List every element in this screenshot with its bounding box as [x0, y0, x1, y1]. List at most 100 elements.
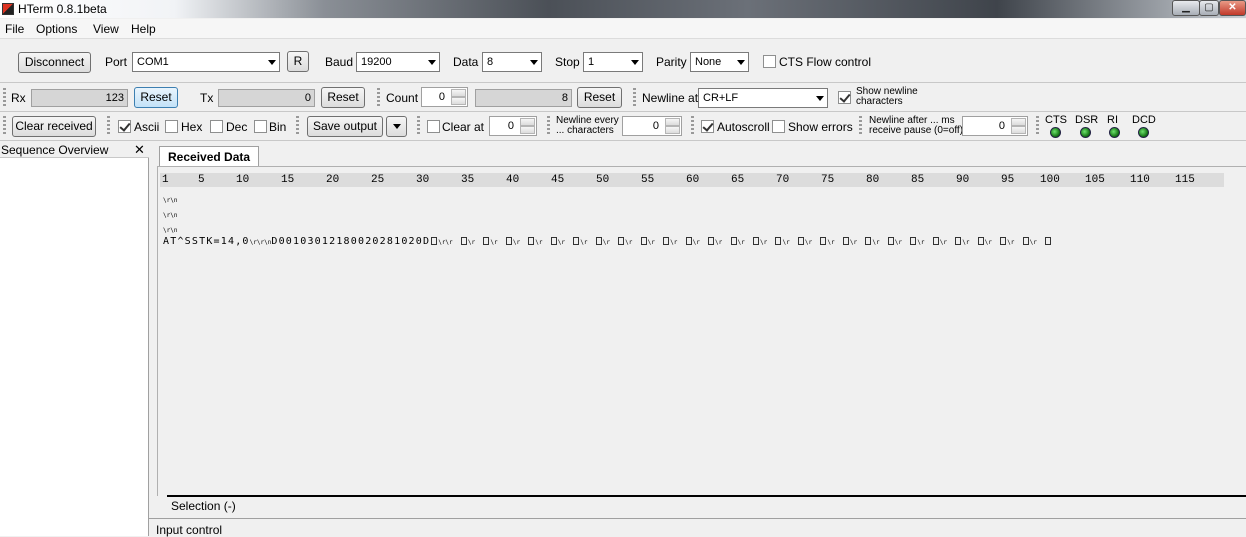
- newline-after-spinner[interactable]: 0: [962, 116, 1028, 136]
- newline-at-select[interactable]: CR+LF: [698, 88, 828, 108]
- toolbar-grip[interactable]: [691, 116, 694, 136]
- ruler-number: 75: [821, 174, 835, 186]
- newline-at-value: CR+LF: [703, 92, 739, 104]
- baud-select[interactable]: 19200: [356, 52, 440, 72]
- panel-splitter[interactable]: [149, 142, 157, 536]
- spin-up-icon[interactable]: [1011, 118, 1026, 126]
- clear-at-checkbox[interactable]: [427, 120, 440, 133]
- toolbar-grip[interactable]: [547, 116, 550, 136]
- toolbar-grip[interactable]: [3, 88, 6, 108]
- ascii-checkbox[interactable]: [118, 120, 131, 133]
- chevron-down-icon: [530, 60, 538, 65]
- menu-bar: File Options View Help: [0, 19, 1246, 39]
- spin-down-icon[interactable]: [520, 126, 535, 134]
- dsr-led-icon: [1080, 127, 1091, 138]
- cts-led-icon: [1050, 127, 1061, 138]
- toolbar-grip[interactable]: [633, 88, 636, 108]
- dec-checkbox[interactable]: [210, 120, 223, 133]
- autoscroll-checkbox[interactable]: [701, 120, 714, 133]
- bin-checkbox[interactable]: [254, 120, 267, 133]
- ruler-number: 35: [461, 174, 475, 186]
- received-tail: \r\r \r \r \r \r \r \r \r \r \r \r \r \r…: [430, 236, 1052, 247]
- port-label: Port: [105, 55, 128, 69]
- spin-down-icon[interactable]: [451, 97, 466, 105]
- spin-down-icon[interactable]: [1011, 126, 1026, 134]
- newline-at-label: Newline at: [642, 91, 699, 105]
- ruler-number: 100: [1040, 174, 1060, 186]
- newline-every-spinner[interactable]: 0: [622, 116, 682, 136]
- menu-view[interactable]: View: [93, 22, 119, 36]
- window-title: HTerm 0.8.1beta: [18, 2, 107, 16]
- hex-label: Hex: [181, 120, 203, 134]
- spin-down-icon[interactable]: [665, 126, 680, 134]
- close-button[interactable]: ✕: [1219, 0, 1246, 16]
- dec-label: Dec: [226, 120, 248, 134]
- tab-received-data[interactable]: Received Data: [159, 146, 259, 167]
- menu-help[interactable]: Help: [131, 22, 156, 36]
- spin-up-icon[interactable]: [520, 118, 535, 126]
- refresh-ports-button[interactable]: R: [287, 51, 309, 72]
- newline-every-text-2: ... characters: [556, 125, 614, 136]
- count-spinner[interactable]: 0: [421, 87, 468, 107]
- cts-flow-label: CTS Flow control: [779, 55, 872, 69]
- app-icon: [2, 3, 14, 15]
- received-data-view[interactable]: [157, 166, 1246, 496]
- show-errors-checkbox[interactable]: [772, 120, 785, 133]
- data-bits-select[interactable]: 8: [482, 52, 542, 72]
- clear-at-label: Clear at: [442, 120, 485, 134]
- tx-label: Tx: [200, 91, 214, 105]
- chevron-down-icon: [631, 60, 639, 65]
- port-value: COM1: [137, 56, 169, 68]
- ruler-number: 65: [731, 174, 745, 186]
- chevron-down-icon: [428, 60, 436, 65]
- maximize-button[interactable]: ▢: [1199, 0, 1219, 16]
- selection-divider: [167, 495, 1246, 497]
- dcd-led-icon: [1138, 127, 1149, 138]
- spin-up-icon[interactable]: [665, 118, 680, 126]
- cts-flow-checkbox[interactable]: [763, 55, 776, 68]
- ruler-number: 20: [326, 174, 340, 186]
- clear-at-spinner[interactable]: 0: [489, 116, 537, 136]
- newline-every-label: Newline every... characters: [556, 116, 619, 136]
- minimize-button[interactable]: ▁: [1172, 0, 1200, 16]
- close-icon[interactable]: ✕: [134, 142, 145, 158]
- port-select[interactable]: COM1: [132, 52, 280, 72]
- toolbar-grip[interactable]: [1036, 116, 1039, 136]
- menu-file[interactable]: File: [5, 22, 24, 36]
- toolbar-grip[interactable]: [107, 116, 110, 136]
- parity-select[interactable]: None: [690, 52, 749, 72]
- ruler-number: 70: [776, 174, 790, 186]
- clear-received-button[interactable]: Clear received: [12, 116, 96, 137]
- toolbar-grip[interactable]: [3, 116, 6, 136]
- toolbar-grip[interactable]: [377, 88, 380, 108]
- received-line-3: \r\n: [163, 227, 178, 234]
- selection-label: Selection (-): [171, 499, 236, 513]
- toolbar-grip[interactable]: [296, 116, 299, 136]
- ascii-label: Ascii: [134, 120, 160, 134]
- toolbar-grip[interactable]: [417, 116, 420, 136]
- tx-count-field: 0: [218, 89, 315, 107]
- stop-bits-select[interactable]: 1: [583, 52, 643, 72]
- ruler-number: 95: [1001, 174, 1015, 186]
- spin-up-icon[interactable]: [451, 89, 466, 97]
- tx-reset-button[interactable]: Reset: [321, 87, 365, 108]
- bin-label: Bin: [269, 120, 287, 134]
- newline-after-value: 0: [998, 120, 1005, 132]
- data-bits-label: Data: [453, 55, 479, 69]
- received-line-2: \r\n: [163, 212, 178, 219]
- show-newline-checkbox[interactable]: [838, 91, 851, 104]
- toolbar-grip[interactable]: [859, 116, 862, 136]
- dcd-label: DCD: [1132, 114, 1156, 126]
- newline-after-label: Newline after ... ms receive pause (0=off…: [869, 116, 963, 136]
- count-reset-button[interactable]: Reset: [577, 87, 622, 108]
- hex-checkbox[interactable]: [165, 120, 178, 133]
- save-output-menu-button[interactable]: [386, 116, 407, 137]
- ruler-number: 80: [866, 174, 880, 186]
- newline-every-value: 0: [652, 120, 659, 132]
- menu-options[interactable]: Options: [36, 22, 77, 36]
- title-bar: [0, 0, 1246, 18]
- save-output-button[interactable]: Save output: [307, 116, 383, 137]
- show-errors-label: Show errors: [788, 120, 853, 134]
- rx-reset-button[interactable]: Reset: [134, 87, 178, 108]
- disconnect-button[interactable]: Disconnect: [18, 52, 91, 73]
